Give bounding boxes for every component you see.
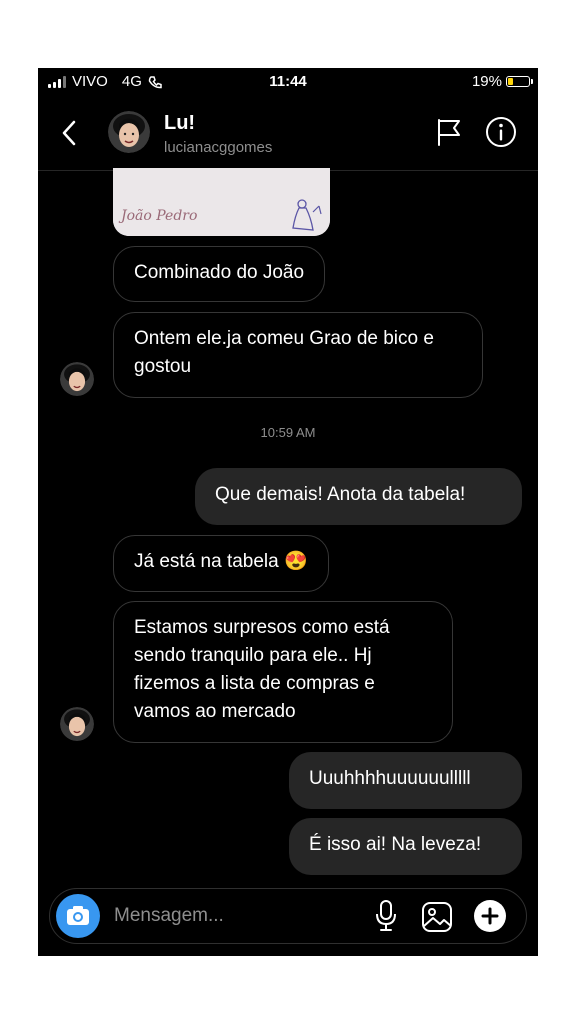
camera-icon	[67, 906, 89, 925]
contact-name[interactable]: Lu!	[164, 112, 195, 135]
status-right: 19%	[471, 73, 533, 90]
message-outgoing[interactable]: É isso ai! Na leveza!	[289, 818, 522, 875]
contact-avatar[interactable]	[108, 111, 150, 153]
sender-avatar[interactable]	[60, 707, 94, 741]
battery-percent: 19%	[471, 73, 502, 90]
info-icon[interactable]	[485, 116, 517, 148]
microphone-icon[interactable]	[374, 899, 398, 933]
message-input[interactable]: Mensagem...	[114, 905, 224, 927]
clock: 11:44	[269, 73, 307, 90]
message-outgoing[interactable]: Que demais! Anota da tabela!	[195, 468, 522, 525]
sender-avatar[interactable]	[60, 362, 94, 396]
contact-username[interactable]: lucianacggomes	[164, 139, 272, 156]
flag-icon[interactable]	[436, 118, 462, 146]
message-incoming[interactable]: Estamos surpresos como está sendo tranqu…	[113, 601, 453, 743]
plus-icon[interactable]	[474, 900, 506, 932]
message-incoming[interactable]: Já está na tabela 😍	[113, 535, 329, 592]
battery-icon	[506, 76, 533, 87]
handwriting-text: João Pedro	[118, 208, 197, 224]
message-incoming[interactable]: Combinado do João	[113, 246, 326, 302]
message-incoming[interactable]: Ontem ele.ja comeu Grao de bico e gostou	[113, 312, 483, 398]
camera-button[interactable]	[56, 894, 100, 938]
status-bar: VIVO 4G 11:44 19%	[38, 68, 538, 96]
message-outgoing[interactable]: Uuuhhhhuuuuuulllll	[289, 752, 522, 809]
message-timestamp: 10:59 AM	[260, 425, 316, 440]
back-chevron-icon[interactable]	[58, 118, 82, 148]
message-composer: Mensagem...	[49, 888, 527, 944]
chat-header: Lu! lucianacggomes	[38, 96, 538, 171]
photo-message[interactable]: João Pedro	[113, 168, 330, 236]
phone-screen: VIVO 4G 11:44 19% Lu! lucianacggomes Joã…	[38, 68, 538, 956]
gallery-icon[interactable]	[421, 901, 453, 933]
